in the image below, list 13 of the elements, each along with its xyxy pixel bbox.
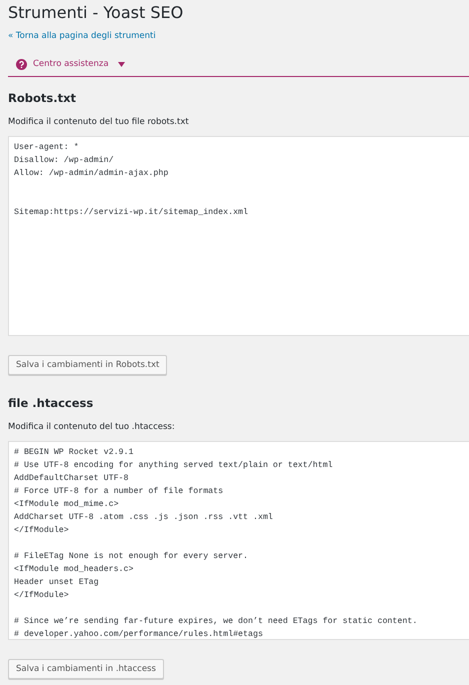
section-heading: file .htaccess: [8, 395, 94, 411]
back-link[interactable]: « Torna alla pagina degli strumenti: [8, 31, 156, 41]
help-icon: [16, 58, 27, 70]
code-editor[interactable]: # BEGIN WP Rocket v2.9.1 # Use UTF-8 encoding for anything served text/plain or text/html AddDefaultCharset UTF-8 # Force UTF-8 for a number of file formats <IfModule mod_mime.c> AddCharset UTF-8 .atom .css .js .json .rss .vtt .xml </IfModule> # FileETag None is not enough for every server. <IfModule mod_headers.c> Header unset ETag </IfModule> # Since we’re sending far-future expires, we don’t need ETags for static content. # developer.yahoo.com/performance/rules.html#etags: [8, 441, 469, 640]
page-title: Strumenti - Yoast SEO: [8, 2, 184, 23]
help-center-tab[interactable]: Centro assistenza: [8, 56, 125, 72]
save-button[interactable]: Salva i cambiamenti in .htaccess: [8, 659, 164, 679]
save-button[interactable]: Salva i cambiamenti in Robots.txt: [8, 355, 168, 375]
section-heading: Robots.txt: [8, 90, 78, 106]
code-editor[interactable]: User-agent: * Disallow: /wp-admin/ Allow: /wp-admin/admin-ajax.php Sitemap:https://servizi-wp.it/sitemap_index.xml: [8, 136, 469, 336]
caret-icon: [118, 62, 125, 66]
section-description: Modifica il contenuto del tuo file robots.txt: [8, 116, 190, 128]
section-description: Modifica il contenuto del tuo .htaccess:: [8, 421, 176, 433]
